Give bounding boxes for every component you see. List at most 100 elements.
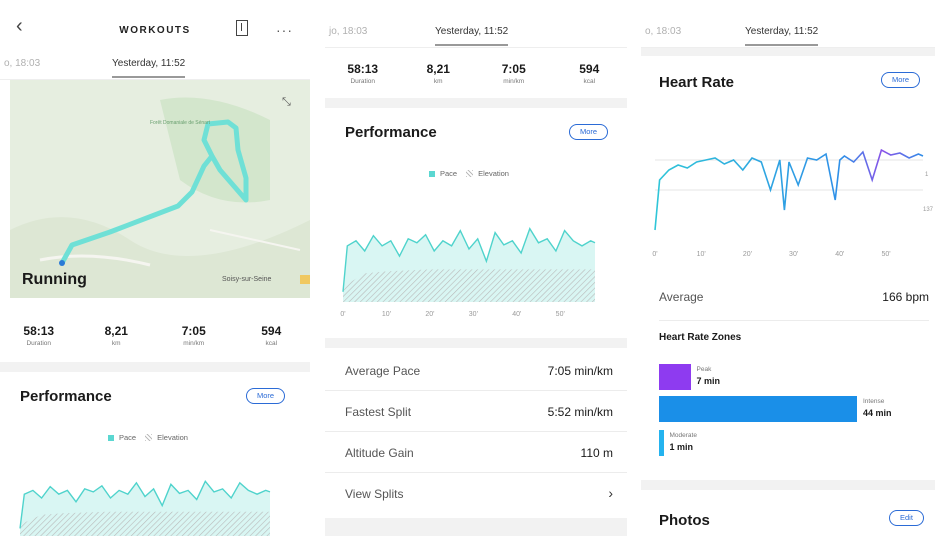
stat-label: km — [433, 78, 443, 85]
tab-current-session[interactable]: Yesterday, 11:52 — [112, 58, 186, 78]
page-title: WORKOUTS — [119, 25, 191, 36]
stat-value: 8,21 — [104, 324, 128, 338]
legend-pace-label: Pace — [440, 169, 458, 178]
stat-duration: 58:13 Duration — [325, 62, 401, 85]
zone-duration: 44 min — [863, 408, 892, 418]
zones-title: Heart Rate Zones — [659, 332, 742, 343]
view-splits-label[interactable]: View Splits — [345, 487, 403, 501]
tab-previous-session[interactable]: jo, 18:03 — [329, 26, 367, 37]
stat-label: Duration — [350, 78, 376, 85]
expand-map-icon[interactable]: ⤡ — [282, 96, 291, 109]
zone-name: Intense — [863, 398, 885, 405]
route-start-marker — [59, 260, 65, 266]
chart-legend: Pace Elevation — [429, 169, 509, 178]
section-divider — [641, 480, 935, 490]
map-town-label: Soisy-sur-Seine — [222, 276, 272, 283]
stat-pace: 7:05 min/km — [155, 324, 233, 347]
average-value: 166 bpm — [882, 290, 929, 304]
x-tick-label: 20' — [425, 311, 434, 318]
stat-pace: 7:05 min/km — [476, 62, 552, 85]
x-tick-label: 0' — [340, 311, 345, 318]
view-splits-row[interactable]: View Splits › — [325, 473, 627, 514]
metric-label: Average Pace — [345, 364, 421, 378]
tab-current-session[interactable]: Yesterday, 11:52 — [745, 26, 819, 46]
stat-label: kcal — [265, 340, 278, 347]
x-tick-label: 30' — [789, 251, 798, 258]
session-tabs: o, 18:03 Yesterday, 11:52 — [0, 50, 310, 80]
section-divider — [325, 338, 627, 348]
session-tabs: jo, 18:03 Yesterday, 11:52 — [325, 18, 627, 48]
photos-title: Photos — [659, 512, 710, 529]
tab-current-session[interactable]: Yesterday, 11:52 — [435, 26, 509, 46]
legend-elevation-label: Elevation — [478, 169, 509, 178]
pace-legend-swatch — [429, 170, 435, 177]
performance-title: Performance — [20, 388, 112, 405]
stat-value: 58:13 — [347, 62, 379, 76]
workout-screen-performance: jo, 18:03 Yesterday, 11:52 58:13 Duratio… — [325, 0, 627, 536]
stat-label: km — [111, 340, 121, 347]
session-tabs: o, 18:03 Yesterday, 11:52 — [641, 18, 935, 48]
performance-chart: 0' 10' 20' 30' 40' 50' — [340, 226, 596, 318]
zone-name: Moderate — [669, 432, 697, 439]
tab-previous-session[interactable]: o, 18:03 — [4, 58, 40, 69]
average-label: Average — [659, 290, 704, 304]
route-map[interactable]: Forêt Domaniale de Sénart ⤡ Running Sois… — [10, 80, 310, 298]
performance-more-button[interactable]: More — [569, 124, 609, 140]
stat-value: 7:05 — [181, 324, 206, 338]
elevation-area — [20, 511, 270, 536]
stat-label: min/km — [503, 78, 525, 85]
elevation-legend-swatch — [145, 434, 153, 441]
workout-stats: 58:13 Duration 8,21 km 7:05 min/km 594 k… — [325, 62, 627, 85]
section-divider — [641, 48, 935, 56]
share-icon[interactable] — [236, 20, 248, 36]
metric-row-fastest-split: Fastest Split 5:52 min/km — [325, 391, 627, 432]
x-tick-label: 40' — [512, 311, 521, 318]
photos-edit-button[interactable]: Edit — [889, 510, 924, 526]
performance-title: Performance — [345, 124, 437, 141]
chevron-right-icon[interactable]: › — [608, 485, 613, 501]
activity-type: Running — [22, 271, 87, 288]
section-divider — [325, 518, 627, 536]
x-tick-label: 30' — [469, 311, 478, 318]
route-path — [59, 119, 249, 266]
stat-calories: 594 kcal — [552, 62, 628, 85]
stat-label: min/km — [183, 340, 205, 347]
x-tick-label: 0' — [652, 251, 657, 258]
heart-rate-average-row: Average 166 bpm — [659, 280, 929, 321]
zone-duration: 1 min — [669, 442, 694, 452]
metric-value: 7:05 min/km — [547, 364, 613, 378]
x-tick-label: 10' — [382, 311, 391, 318]
more-options-button[interactable]: ··· — [276, 22, 293, 38]
zone-name: Peak — [696, 366, 712, 373]
metric-value: 5:52 min/km — [547, 405, 613, 419]
workout-stats: 58:13 Duration 8,21 km 7:05 min/km 594 k… — [0, 324, 310, 347]
stat-value: 58:13 — [23, 324, 55, 338]
metric-value: 110 m — [580, 446, 613, 460]
elevation-legend-swatch — [466, 170, 474, 177]
chart-legend: Pace Elevation — [108, 433, 188, 442]
x-tick-label: 40' — [835, 251, 844, 258]
tab-previous-session[interactable]: o, 18:03 — [645, 26, 681, 37]
x-tick-label: 50' — [556, 311, 565, 318]
stat-value: 594 — [579, 62, 600, 76]
metric-label: Fastest Split — [345, 405, 412, 419]
section-divider — [325, 98, 627, 108]
stat-label: Duration — [26, 340, 52, 347]
x-tick-label: 20' — [743, 251, 752, 258]
legend-elevation-label: Elevation — [157, 433, 188, 442]
metric-label: Altitude Gain — [345, 446, 414, 460]
heart-rate-more-button[interactable]: More — [881, 72, 921, 88]
stat-distance: 8,21 km — [401, 62, 477, 85]
elevation-area — [343, 269, 595, 302]
stat-calories: 594 kcal — [233, 324, 311, 347]
section-divider — [0, 362, 310, 372]
map-poi-icon — [300, 275, 310, 284]
stat-duration: 58:13 Duration — [0, 324, 78, 347]
workout-screen-map: ‹ WORKOUTS ··· o, 18:03 Yesterday, 11:52… — [0, 0, 310, 536]
hr-reference-tick-low: 137 — [923, 207, 934, 213]
stat-value: 7:05 — [501, 62, 526, 76]
stat-value: 594 — [261, 324, 282, 338]
legend-pace-label: Pace — [119, 433, 137, 442]
performance-more-button[interactable]: More — [246, 388, 286, 404]
hr-reference-tick-high: 1 — [925, 172, 929, 178]
